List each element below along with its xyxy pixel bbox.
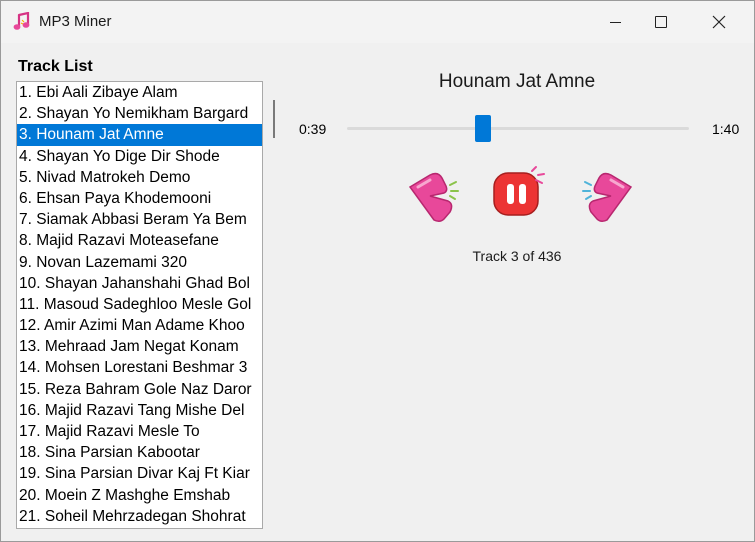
maximize-button[interactable] [638,1,684,43]
title-bar[interactable]: MP3 Miner [1,1,754,43]
track-item[interactable]: 21. Soheil Mehrzadegan Shohrat [17,506,262,527]
track-item[interactable]: 4. Shayan Yo Dige Dir Shode [17,146,262,167]
track-item[interactable]: 11. Masoud Sadeghloo Mesle Gol [17,294,262,315]
window-title: MP3 Miner [39,13,112,30]
list-scrollbar-thumb[interactable] [273,100,275,138]
track-item[interactable]: 5. Nivad Matrokeh Demo [17,167,262,188]
track-item[interactable]: 16. Majid Razavi Tang Mishe Del [17,400,262,421]
track-item-selected[interactable]: 3. Hounam Jat Amne [17,124,262,146]
seek-slider-thumb[interactable] [475,115,491,142]
track-item[interactable]: 8. Majid Razavi Moteasefane [17,230,262,251]
track-item[interactable]: 10. Shayan Jahanshahi Ghad Bol [17,273,262,294]
close-icon [712,15,726,29]
now-playing-title: Hounam Jat Amne [438,71,596,92]
close-button[interactable] [696,1,742,43]
track-item[interactable]: 2. Shayan Yo Nemikham Bargard [17,103,262,124]
track-listbox[interactable]: 1. Ebi Aali Zibaye Alam 2. Shayan Yo Nem… [16,81,263,529]
track-item[interactable]: 1. Ebi Aali Zibaye Alam [17,82,262,103]
track-item[interactable]: 15. Reza Bahram Gole Naz Daror [17,379,262,400]
music-note-icon [13,12,30,30]
track-item[interactable]: 13. Mehraad Jam Negat Konam [17,336,262,357]
track-count: Track 3 of 436 [472,248,562,264]
seek-slider-track[interactable] [347,127,689,130]
track-item[interactable]: 14. Mohsen Lorestani Beshmar 3 [17,357,262,378]
track-item[interactable]: 19. Sina Parsian Divar Kaj Ft Kiar [17,463,262,484]
next-icon [582,172,633,223]
minimize-icon [609,21,621,23]
pause-button[interactable] [488,163,548,223]
track-item[interactable]: 9. Novan Lazemami 320 [17,252,262,273]
track-item[interactable]: 20. Moein Z Mashghe Emshab [17,485,262,506]
maximize-icon [655,16,667,28]
track-item[interactable]: 7. Siamak Abbasi Beram Ya Bem [17,209,262,230]
pause-icon [493,166,545,216]
track-item[interactable]: 18. Sina Parsian Kabootar [17,442,262,463]
previous-icon [408,172,459,223]
current-time: 0:39 [299,121,327,137]
app-window: MP3 Miner Track List 1. Ebi Aali Zibaye … [0,0,755,542]
next-button[interactable] [577,165,637,225]
minimize-button[interactable] [592,1,638,43]
track-item[interactable]: 17. Majid Razavi Mesle To [17,421,262,442]
track-item[interactable]: 6. Ehsan Paya Khodemooni [17,188,262,209]
track-item[interactable]: 12. Amir Azimi Man Adame Khoo [17,315,262,336]
total-time: 1:40 [712,121,740,137]
previous-button[interactable] [404,165,464,225]
track-list-label: Track List [18,58,93,75]
